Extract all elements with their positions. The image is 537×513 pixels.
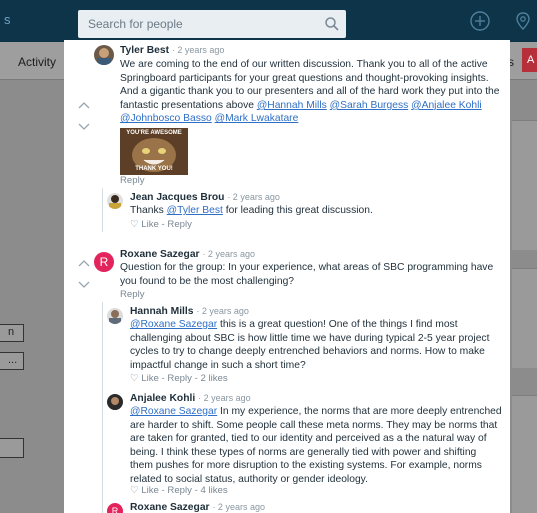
timestamp: · 2 years ago xyxy=(171,45,225,55)
timestamp: · 2 years ago xyxy=(202,249,255,259)
background-card xyxy=(512,268,537,368)
timestamp: · 2 years ago xyxy=(212,502,265,512)
comment-actions[interactable]: ♡ Like - Reply - 2 likes xyxy=(130,373,228,384)
timestamp: · 2 years ago xyxy=(198,393,251,403)
thread-line xyxy=(102,302,103,513)
mention-link[interactable]: @Tyler Best xyxy=(167,205,223,216)
comment-text: fantastic presentations above xyxy=(120,99,257,111)
tab-activity[interactable]: Activity xyxy=(18,55,56,69)
search-placeholder: Search for people xyxy=(88,17,183,31)
comment-text-line: @Johnbosco Basso @Mark Lwakatare xyxy=(120,112,505,126)
brand-fragment: s xyxy=(4,12,11,27)
comment-text: In my experience, the norms that are mor… xyxy=(217,406,502,417)
comment-body: @Roxane Sazegar this is a great question… xyxy=(130,318,508,372)
comment-text-line: We are coming to the end of our written … xyxy=(120,59,488,70)
mention-link[interactable]: @Mark Lwakatare xyxy=(215,113,299,124)
comment-actions[interactable]: ♡ Like - Reply xyxy=(130,219,192,230)
comment-text-line: challenging about SBC is how little time… xyxy=(130,332,490,344)
comment-header: Hannah Mills · 2 years ago xyxy=(130,305,500,319)
meme-bottom-caption: THANK YOU! xyxy=(135,166,173,172)
comment-text: this is a great question! One of the thi… xyxy=(217,319,458,330)
comment-text-line: fantastic presentations above @Hannah Mi… xyxy=(120,99,505,113)
comment-text-line: cycles to try to change deeply entrenche… xyxy=(130,346,485,358)
avatar[interactable] xyxy=(107,394,123,410)
comment-text-line: are taken for granted, tied to our ident… xyxy=(130,433,487,445)
comment-header: Roxane Sazegar · 2 years ago xyxy=(120,248,500,262)
action-button-fragment[interactable]: A xyxy=(522,48,537,72)
top-navigation-bar: s Search for people xyxy=(0,0,537,42)
reply-link[interactable]: Reply xyxy=(120,289,145,300)
author-name[interactable]: Anjalee Kohli xyxy=(130,393,195,404)
thread-line xyxy=(102,188,103,232)
add-circle-icon[interactable] xyxy=(469,10,491,32)
upvote-chevron-icon[interactable] xyxy=(78,258,90,268)
comment-text-line: @Roxane Sazegar this is a great question… xyxy=(130,318,508,332)
comment-text: for leading this great discussion. xyxy=(222,205,373,216)
comment-text-line: you found to be the most challenging? xyxy=(120,275,295,287)
comment-body: We are coming to the end of our written … xyxy=(120,58,505,126)
location-pin-icon[interactable] xyxy=(512,10,534,32)
comment-text-line: Question for the group: In your experien… xyxy=(120,262,494,273)
avatar-photo xyxy=(109,195,121,209)
comment-header: Anjalee Kohli · 2 years ago xyxy=(130,392,500,406)
comment-header: Roxane Sazegar · 2 years ago xyxy=(130,501,500,513)
downvote-chevron-icon[interactable] xyxy=(78,280,90,290)
background-card xyxy=(512,395,537,513)
people-search-input[interactable]: Search for people xyxy=(78,10,346,38)
timestamp: · 2 years ago xyxy=(227,192,280,202)
avatar[interactable] xyxy=(94,45,114,65)
author-name[interactable]: Roxane Sazegar xyxy=(130,502,210,513)
avatar-initial[interactable]: R xyxy=(107,503,123,513)
comment-actions[interactable]: ♡ Like - Reply - 4 likes xyxy=(130,485,228,496)
comment-text-line: are harder to shift. Some people call th… xyxy=(130,419,498,431)
comment-body: @Roxane Sazegar In my experience, the no… xyxy=(130,405,508,487)
comment-text-line: Springboard participants for your great … xyxy=(120,72,489,84)
avatar[interactable] xyxy=(107,193,123,209)
author-name[interactable]: Tyler Best xyxy=(120,45,169,56)
comment-header: Tyler Best · 2 years ago xyxy=(120,44,500,58)
comment-text-line: @Roxane Sazegar In my experience, the no… xyxy=(130,405,508,419)
mention-link[interactable]: @Johnbosco Basso xyxy=(120,113,212,124)
author-name[interactable]: Hannah Mills xyxy=(130,306,194,317)
mention-link[interactable]: @Roxane Sazegar xyxy=(130,319,217,330)
comment-body: Question for the group: In your experien… xyxy=(120,261,505,288)
side-button-2[interactable]: ... xyxy=(0,352,24,370)
side-button-1[interactable]: n xyxy=(0,324,24,342)
mention-link[interactable]: @Sarah Burgess xyxy=(330,100,409,111)
author-name[interactable]: Roxane Sazegar xyxy=(120,249,200,260)
comments-modal: Tyler Best · 2 years ago We are coming t… xyxy=(64,40,510,513)
comment-text-line: And a gigantic thank you to our presente… xyxy=(120,86,500,98)
comment-text-line: being. I think these types of norms are … xyxy=(130,446,477,458)
mention-link[interactable]: @Anjalee Kohli xyxy=(411,100,482,111)
author-name[interactable]: Jean Jacques Brou xyxy=(130,192,224,203)
avatar-photo xyxy=(110,397,120,410)
comment-text: Thanks xyxy=(130,205,167,216)
meme-image[interactable]: YOU'RE AWESOME THANK YOU! xyxy=(120,128,188,175)
avatar-photo xyxy=(109,310,121,324)
downvote-chevron-icon[interactable] xyxy=(78,122,90,132)
meme-top-caption: YOU'RE AWESOME xyxy=(126,130,182,136)
mention-link[interactable]: @Hannah Mills xyxy=(257,100,327,111)
side-button-3[interactable] xyxy=(0,438,24,458)
comment-text-line: impactful change in such a short time? xyxy=(130,359,306,371)
avatar[interactable] xyxy=(107,308,123,324)
upvote-chevron-icon[interactable] xyxy=(78,100,90,110)
avatar-photo xyxy=(97,48,111,65)
reply-link[interactable]: Reply xyxy=(120,175,145,186)
background-card xyxy=(512,120,537,250)
comment-body: Thanks @Tyler Best for leading this grea… xyxy=(130,204,500,218)
comment-header: Jean Jacques Brou · 2 years ago xyxy=(130,191,500,205)
timestamp: · 2 years ago xyxy=(196,306,249,316)
search-icon[interactable] xyxy=(324,16,340,32)
comment-text-line: them pushes for more disruption to the e… xyxy=(130,460,482,472)
mention-link[interactable]: @Roxane Sazegar xyxy=(130,406,217,417)
avatar-initial[interactable]: R xyxy=(94,252,114,272)
